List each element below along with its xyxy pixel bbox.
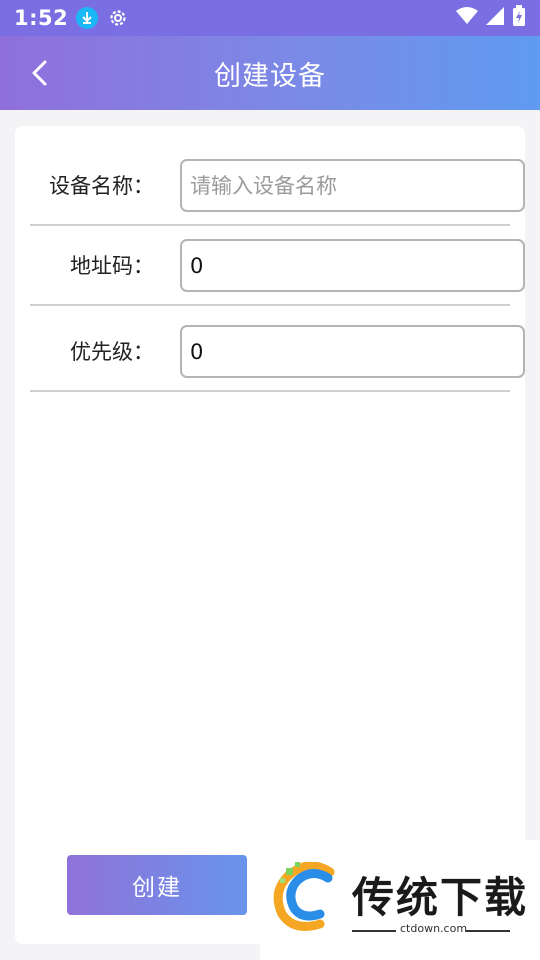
watermark: 传统下载 ctdown.com <box>260 840 540 960</box>
watermark-rule-right <box>466 930 510 932</box>
priority-input[interactable] <box>180 325 525 378</box>
create-button[interactable]: 创建 <box>67 855 247 915</box>
form-card: 设备名称： 地址码： 优先级： <box>15 126 525 944</box>
device-name-label: 设备名称： <box>49 174 154 198</box>
form-row-priority: 优先级： <box>30 312 525 392</box>
status-time: 1:52 <box>14 6 69 30</box>
watermark-url: ctdown.com <box>400 922 468 935</box>
status-right <box>456 5 526 31</box>
wifi-icon <box>456 7 478 29</box>
watermark-logo-icon <box>273 862 335 931</box>
device-name-input[interactable] <box>180 159 525 212</box>
battery-charging-icon <box>512 5 526 31</box>
form-row-device-name: 设备名称： <box>30 146 525 226</box>
form-row-address-code: 地址码： <box>30 226 525 306</box>
chevron-left-icon <box>32 60 47 86</box>
cell-signal-icon <box>486 7 504 29</box>
page-title: 创建设备 <box>214 60 326 92</box>
download-icon <box>76 7 99 29</box>
address-code-input[interactable] <box>180 239 525 292</box>
app-header: 创建设备 <box>0 36 540 110</box>
watermark-brand: 传统下载 <box>352 873 529 922</box>
address-code-label: 地址码： <box>70 254 154 278</box>
back-button[interactable] <box>22 56 56 90</box>
watermark-rule-left <box>352 930 396 932</box>
status-bar: 1:52 <box>0 0 540 36</box>
priority-label: 优先级： <box>70 340 154 364</box>
settings-icon <box>108 8 128 28</box>
